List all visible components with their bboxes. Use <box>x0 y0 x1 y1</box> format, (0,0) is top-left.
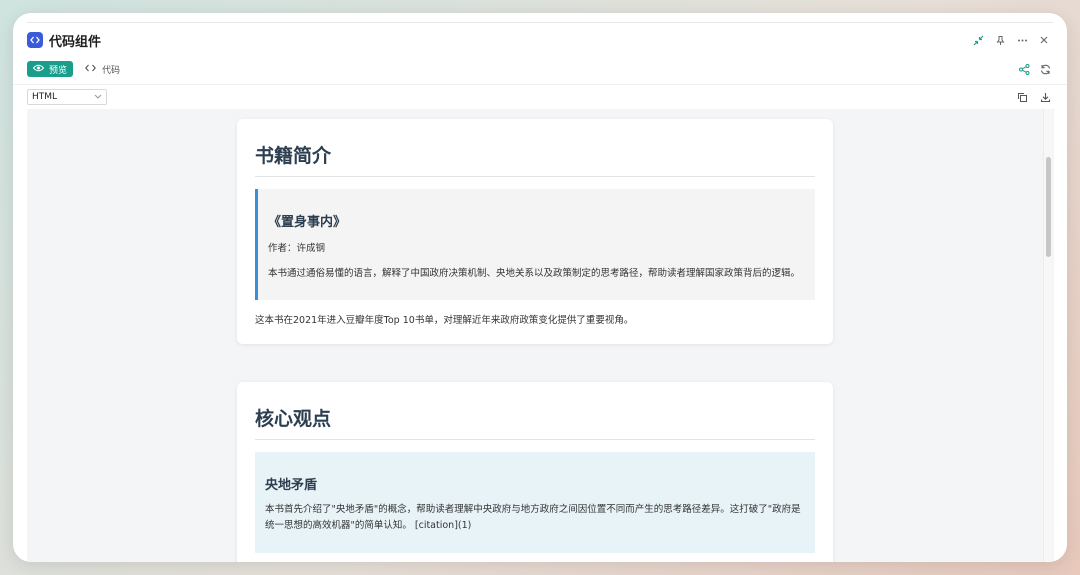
preview-label: 预览 <box>49 65 68 76</box>
code-subbar: HTML <box>27 89 1053 105</box>
refresh-icon[interactable] <box>1040 60 1051 79</box>
code-label: 代码 <box>102 65 121 76</box>
pin-icon[interactable] <box>993 33 1007 47</box>
intro-heading: 书籍简介 <box>255 141 815 177</box>
point-description: 本书首先介绍了"央地矛盾"的概念，帮助读者理解中央政府与地方政府之间因位置不同而… <box>265 504 801 531</box>
share-icon[interactable] <box>1019 60 1030 79</box>
view-toolbar: 预览 代码 <box>27 60 1053 78</box>
language-value: HTML <box>32 92 58 102</box>
code-button[interactable]: 代码 <box>85 63 120 76</box>
language-select[interactable]: HTML <box>27 89 107 105</box>
book-description: 本书通过通俗易懂的语言，解释了中国政府决策机制、央地关系以及政策制定的思考路径，… <box>268 268 801 279</box>
chevron-down-icon <box>94 92 102 102</box>
intro-card: 书籍简介 《置身事内》 作者：许成钢 本书通过通俗易懂的语言，解释了中国政府决策… <box>237 119 833 344</box>
preview-viewport[interactable]: 书籍简介 《置身事内》 作者：许成钢 本书通过通俗易懂的语言，解释了中国政府决策… <box>27 109 1054 562</box>
preview-button[interactable]: 预览 <box>27 61 74 77</box>
top-divider <box>27 22 1053 23</box>
title-bar: 代码组件 <box>27 29 1053 51</box>
point-title: 央地矛盾 <box>265 478 318 493</box>
eye-icon <box>32 64 45 75</box>
scrollbar-thumb[interactable] <box>1046 157 1051 257</box>
intro-note: 这本书在2021年进入豆瓣年度Top 10书单，对理解近年来政府政策变化提供了重… <box>255 314 634 326</box>
core-point-box: 央地矛盾 本书首先介绍了"央地矛盾"的概念，帮助读者理解中央政府与地方政府之间因… <box>255 452 815 554</box>
download-icon[interactable] <box>1040 88 1051 107</box>
code-component-window: 代码组件 预览 代码 HTML 书籍简介 《置身事内》 作者：许成钢 本书通过通… <box>13 13 1067 562</box>
book-title: 《置身事内》 <box>268 215 347 230</box>
book-info-box: 《置身事内》 作者：许成钢 本书通过通俗易懂的语言，解释了中国政府决策机制、央地… <box>255 189 815 300</box>
core-views-card: 核心观点 央地矛盾 本书首先介绍了"央地矛盾"的概念，帮助读者理解中央政府与地方… <box>237 382 833 562</box>
close-icon[interactable] <box>1037 33 1051 47</box>
code-brackets-icon <box>27 32 43 48</box>
core-heading: 核心观点 <box>255 404 815 440</box>
vertical-scrollbar[interactable] <box>1043 109 1052 562</box>
toolbar-divider <box>13 84 1067 85</box>
code-icon <box>85 64 96 75</box>
more-icon[interactable] <box>1015 33 1029 47</box>
collapse-icon[interactable] <box>971 33 985 47</box>
book-author: 作者：许成钢 <box>268 243 326 254</box>
window-title: 代码组件 <box>49 34 102 50</box>
copy-icon[interactable] <box>1017 88 1028 107</box>
